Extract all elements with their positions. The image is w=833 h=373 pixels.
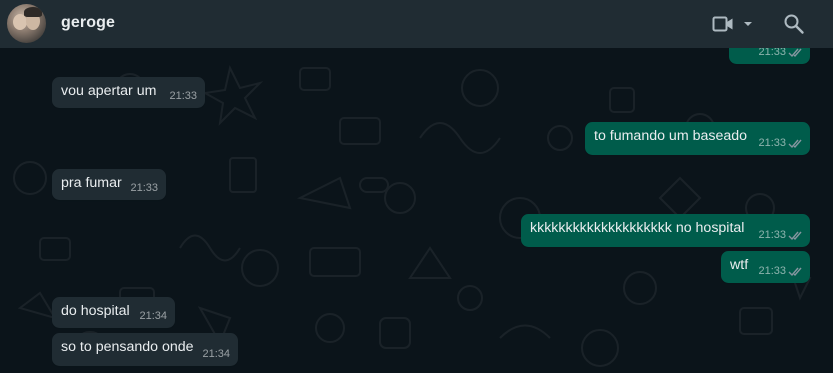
message-time: 21:33 [758,137,786,149]
message-text: pra fumar [61,175,122,191]
message-list[interactable]: 21:33 vou apertar um 21:33 to fumando um… [0,48,833,373]
video-call-icon[interactable] [711,12,735,36]
avatar-photo-part [24,7,42,17]
read-receipt-icon [788,139,802,149]
message-text: kkkkkkkkkkkkkkkkkkkk no hospital [530,220,745,236]
outgoing-message[interactable]: kkkkkkkkkkkkkkkkkkkk no hospital 21:33 [521,214,810,247]
message-time: 21:34 [139,310,167,322]
avatar[interactable] [7,4,46,43]
message-time: 21:33 [758,229,786,241]
message-text: do hospital [61,303,130,319]
chevron-down-icon[interactable] [742,18,754,30]
incoming-message[interactable]: so to pensando onde 21:34 [52,333,238,366]
message-text: to fumando um baseado [594,128,748,144]
message-time: 21:33 [758,265,786,277]
outgoing-message[interactable]: to fumando um baseado 21:33 [585,122,810,155]
search-icon[interactable] [782,12,806,36]
outgoing-message[interactable]: 21:33 [729,48,810,64]
read-receipt-icon [788,267,802,277]
message-text: wtf [730,257,749,273]
message-text: so to pensando onde [61,339,194,355]
incoming-message[interactable]: vou apertar um 21:33 [52,77,205,108]
whatsapp-chat-window: geroge 21:33 vou apertar um 21:33 to fum… [0,0,833,373]
chat-header: geroge [0,0,833,48]
read-receipt-icon [788,231,802,241]
message-time: 21:33 [758,48,786,58]
message-text: vou apertar um [61,83,157,99]
incoming-message[interactable]: pra fumar 21:33 [52,169,166,200]
outgoing-message[interactable]: wtf 21:33 [721,251,810,283]
message-time: 21:33 [130,182,158,194]
read-receipt-icon [788,48,802,58]
incoming-message[interactable]: do hospital 21:34 [52,297,175,328]
message-time: 21:33 [169,90,197,102]
contact-name[interactable]: geroge [61,14,115,32]
message-time: 21:34 [202,348,230,360]
